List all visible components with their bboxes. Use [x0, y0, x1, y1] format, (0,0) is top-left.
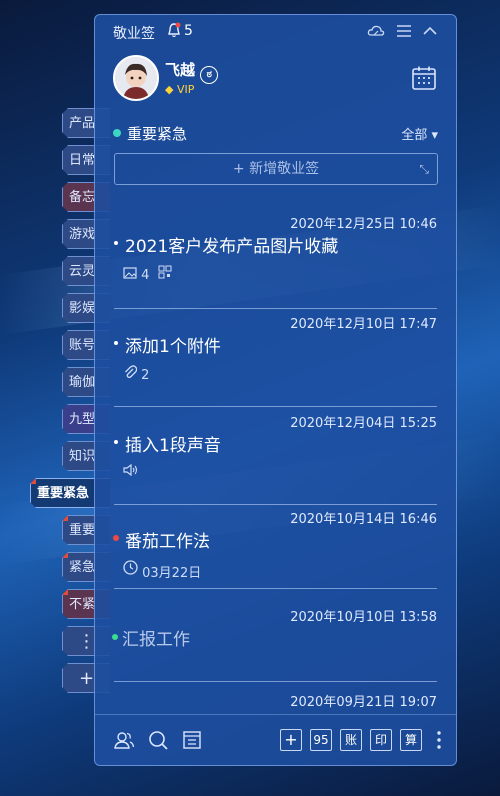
bottom-toolbar: + 95 账 印 算 [95, 714, 456, 765]
note-title: 汇报工作 [122, 630, 190, 650]
app-title: 敬业签 [113, 26, 155, 42]
image-count: 4 [141, 268, 150, 283]
note-divider [114, 588, 437, 589]
note-date: 2020年12月25日 10:46 [290, 217, 437, 232]
expand-icon[interactable]: ⤡ [419, 154, 429, 184]
image-icon [123, 267, 137, 279]
category-color-dot [113, 129, 121, 137]
avatar[interactable] [113, 55, 159, 101]
note-meta [123, 463, 139, 480]
category-title: 重要紧急 [127, 125, 188, 143]
paperclip-icon [125, 365, 138, 379]
username[interactable]: 飞越 ಠ [165, 59, 219, 84]
category-header: 重要紧急 全部 ▾ [113, 123, 438, 143]
title-bar: 敬业签 5 [95, 15, 456, 49]
menu-icon[interactable] [395, 23, 413, 39]
btn-account[interactable]: 账 [340, 729, 362, 751]
note-bullet [114, 241, 118, 245]
note-divider [114, 308, 437, 309]
notes-panel: 敬业签 5 飞越 ಠ ◆ VIP 重要紧急 全部 ▾ + 新增敬业签 ⤡ 202… [94, 14, 457, 766]
new-note-button[interactable]: + 新增敬业签 ⤡ [114, 153, 438, 185]
attachment-count: 2 [141, 368, 150, 383]
btn-calculate[interactable]: 算 [400, 729, 422, 751]
emoji-icon: ಠ [200, 66, 219, 84]
note-date: 2020年10月10日 13:58 [290, 610, 437, 625]
note-title: 番茄工作法 [125, 532, 210, 552]
note-title: 添加1个附件 [125, 337, 221, 357]
note-divider [114, 504, 437, 505]
bell-icon[interactable] [167, 22, 181, 38]
urgent-dot [113, 535, 119, 541]
plus-icon[interactable]: + [280, 729, 302, 751]
vip-text: VIP [176, 83, 195, 96]
username-text: 飞越 [165, 61, 196, 79]
filter-dropdown[interactable]: 全部 ▾ [401, 124, 438, 143]
diamond-icon: ◆ [165, 83, 174, 96]
note-bullet [114, 341, 118, 345]
note-divider [114, 406, 437, 407]
clock-icon [123, 560, 138, 575]
avatar-image [115, 57, 157, 99]
tab-label: 不紧 [69, 597, 96, 612]
note-date: 2020年12月10日 17:47 [290, 317, 437, 332]
notes-icon[interactable] [181, 729, 203, 751]
new-note-label: + 新增敬业签 [232, 161, 320, 177]
search-icon[interactable] [147, 729, 169, 751]
note-divider [114, 681, 437, 682]
note-meta: 2 [123, 365, 149, 383]
note-date: 2020年09月21日 19:07 [290, 695, 437, 710]
vip-badge: ◆ VIP [165, 83, 194, 96]
speaker-icon[interactable] [123, 463, 139, 477]
tab-label: 紧急 [69, 560, 96, 575]
tab-label: 重要 [69, 523, 96, 538]
kebab-icon[interactable] [436, 729, 442, 751]
calendar-icon[interactable] [411, 65, 437, 91]
collapse-icon[interactable] [421, 23, 439, 39]
note-title: 2021客户发布产品图片收藏 [125, 237, 339, 257]
btn-95[interactable]: 95 [310, 729, 332, 751]
note-title: 插入1段声音 [125, 436, 221, 456]
urgent-marker [63, 590, 68, 595]
note-date: 2020年12月04日 15:25 [290, 416, 437, 431]
notification-count: 5 [184, 23, 193, 39]
note-bullet [114, 440, 118, 444]
btn-print[interactable]: 印 [370, 729, 392, 751]
reminder-date: 03月22日 [142, 566, 202, 581]
qr-icon[interactable] [158, 265, 172, 279]
urgent-marker [31, 479, 36, 484]
completed-dot [112, 634, 118, 640]
tab-label: 重要紧急 [37, 486, 90, 501]
note-meta: 03月22日 [123, 560, 201, 581]
users-icon[interactable] [113, 729, 135, 751]
cloud-icon[interactable] [367, 23, 385, 39]
note-meta: 4 [123, 265, 172, 283]
note-date: 2020年10月14日 16:46 [290, 512, 437, 527]
